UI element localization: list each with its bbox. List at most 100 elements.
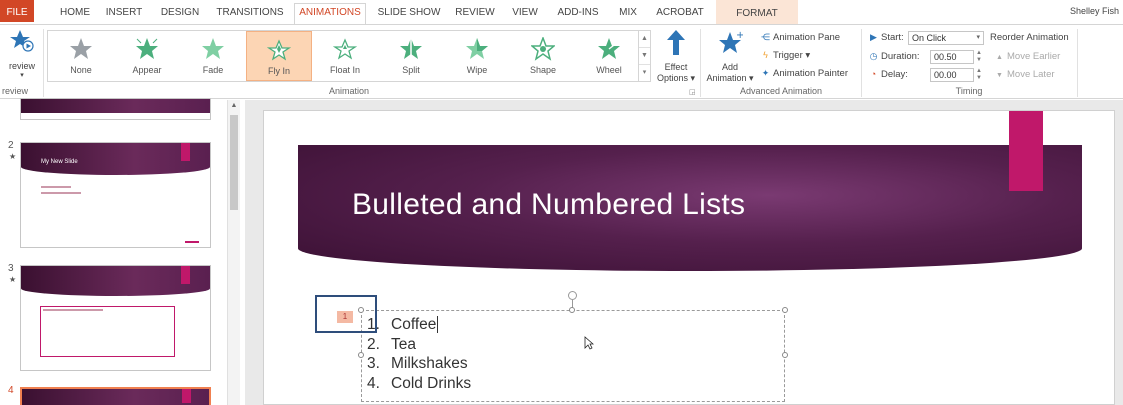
effect-label: Split xyxy=(402,65,420,75)
effect-options-line1: Effect xyxy=(664,62,688,72)
duration-stepper[interactable]: ▲ ▼ xyxy=(974,50,984,64)
delay-value: 00.00 xyxy=(934,70,957,80)
add-animation-button[interactable]: + Add Animation ▾ xyxy=(703,29,757,84)
slide-accent-bar xyxy=(1009,111,1043,191)
user-name[interactable]: Shelley Fish xyxy=(1070,6,1119,16)
effect-label: Fade xyxy=(202,65,224,75)
gallery-more-icon[interactable]: ▾ xyxy=(639,65,650,82)
tab-format[interactable]: FORMAT xyxy=(716,0,798,24)
delay-stepper[interactable]: ▲ ▼ xyxy=(974,68,984,82)
scroll-up-icon[interactable]: ▲ xyxy=(228,100,240,112)
effect-fade[interactable]: Fade xyxy=(180,31,246,81)
resize-handle[interactable] xyxy=(782,307,788,313)
effect-label: None xyxy=(70,65,92,75)
svg-text:+: + xyxy=(736,30,743,41)
start-label-row: ▶ Start: xyxy=(868,32,904,43)
thumb-accent xyxy=(181,143,190,161)
tab-review[interactable]: REVIEW xyxy=(453,4,497,24)
rotate-handle[interactable] xyxy=(568,291,577,300)
group-divider xyxy=(861,29,862,97)
duration-value: 00.50 xyxy=(934,52,957,62)
preview-label: review xyxy=(8,61,35,71)
slide-editor: Bulleted and Numbered Lists 1 1. Coffee 2… xyxy=(245,100,1123,405)
scroll-up-icon[interactable]: ▲ xyxy=(639,31,650,48)
dialog-launcher-icon[interactable]: ◲ xyxy=(689,88,696,96)
start-dropdown[interactable]: On Click ▾ xyxy=(908,31,984,45)
effect-label: Shape xyxy=(529,65,557,75)
slide-thumbnail-1[interactable] xyxy=(20,98,211,120)
preview-star-icon xyxy=(10,30,34,52)
thumb-title: My New Slide xyxy=(41,159,78,165)
tab-slide-show[interactable]: SLIDE SHOW xyxy=(375,4,443,24)
add-animation-line2: Animation ▾ xyxy=(706,73,754,83)
delay-input[interactable]: 00.00 xyxy=(930,68,974,82)
slide-thumbnail-3[interactable] xyxy=(20,265,211,371)
effect-fly-in[interactable]: Fly In xyxy=(246,31,312,81)
move-later-button[interactable]: ▼ Move Later xyxy=(994,69,1055,80)
thumb-text-line xyxy=(43,309,103,311)
tab-animations[interactable]: ANIMATIONS xyxy=(294,3,366,25)
preview-button[interactable]: review ▾ xyxy=(2,29,42,85)
tab-acrobat[interactable]: ACROBAT xyxy=(652,4,708,24)
resize-handle[interactable] xyxy=(569,307,575,313)
triangle-down-icon: ▼ xyxy=(996,72,1003,79)
clock-icon: ◷ xyxy=(869,51,878,61)
animation-order-tag[interactable]: 1 xyxy=(337,311,353,323)
effect-wipe[interactable]: Wipe xyxy=(444,31,510,81)
star-wipe-icon xyxy=(466,38,488,59)
slide-canvas[interactable]: Bulleted and Numbered Lists 1 1. Coffee 2… xyxy=(263,110,1115,405)
animation-painter-button[interactable]: ✦ Animation Painter xyxy=(760,68,848,79)
thumbnail-scrollbar[interactable]: ▲ xyxy=(227,100,240,405)
effect-split[interactable]: Split xyxy=(378,31,444,81)
duration-input[interactable]: 00.50 xyxy=(930,50,974,64)
tab-home[interactable]: HOME xyxy=(54,4,96,24)
start-value: On Click xyxy=(912,33,947,43)
tab-add-ins[interactable]: ADD-INS xyxy=(553,4,603,24)
effect-float-in[interactable]: Float In xyxy=(312,31,378,81)
gallery-scroll[interactable]: ▲ ▼ ▾ xyxy=(639,30,651,82)
effect-wheel[interactable]: Wheel xyxy=(576,31,642,81)
group-divider xyxy=(700,29,701,97)
tab-insert[interactable]: INSERT xyxy=(103,4,145,24)
star-split-icon xyxy=(400,38,422,59)
duration-label: Duration: xyxy=(881,51,920,62)
tab-design[interactable]: DESIGN xyxy=(157,4,203,24)
animation-pane-button[interactable]: ⋲ Animation Pane xyxy=(760,32,840,43)
effect-label: Float In xyxy=(329,65,360,75)
slide-thumbnail-4[interactable] xyxy=(20,387,211,405)
scroll-thumb[interactable] xyxy=(230,115,238,210)
resize-handle[interactable] xyxy=(358,352,364,358)
star-none-icon xyxy=(70,38,92,59)
tab-file[interactable]: FILE xyxy=(0,0,34,22)
resize-handle[interactable] xyxy=(782,352,788,358)
trigger-label: Trigger ▾ xyxy=(773,50,811,61)
list-item[interactable]: 3. Milkshakes xyxy=(367,354,471,374)
triangle-up-icon: ▲ xyxy=(996,54,1003,61)
slide-title[interactable]: Bulleted and Numbered Lists xyxy=(352,188,745,222)
list-item[interactable]: 1. Coffee xyxy=(367,315,471,335)
list-item[interactable]: 2. Tea xyxy=(367,335,471,355)
numbered-list[interactable]: 1. Coffee 2. Tea 3. Milkshakes 4. Cold Drink… xyxy=(367,315,471,393)
trigger-button[interactable]: ϟ Trigger ▾ xyxy=(760,50,810,61)
list-item[interactable]: 4. Cold Drinks xyxy=(367,374,471,394)
chevron-down-icon: ▾ xyxy=(20,72,24,79)
thumb-banner xyxy=(21,99,210,113)
effect-shape[interactable]: Shape xyxy=(510,31,576,81)
tab-view[interactable]: VIEW xyxy=(508,4,542,24)
star-float-in-icon xyxy=(333,38,357,60)
move-earlier-button[interactable]: ▲ Move Earlier xyxy=(994,51,1060,62)
scroll-down-icon[interactable]: ▼ xyxy=(639,48,650,65)
ribbon: review ▾ review None Appear Fade Fly In … xyxy=(0,24,1123,99)
animation-gallery: None Appear Fade Fly In Float In Split W… xyxy=(47,30,639,82)
delay-label-row: ◔ Delay: xyxy=(868,69,908,80)
effect-none[interactable]: None xyxy=(48,31,114,81)
text-caret xyxy=(437,316,439,333)
effect-options-button[interactable]: Effect Options ▾ xyxy=(654,29,698,84)
delay-clock-icon: ◔ xyxy=(870,69,877,79)
star-shape-icon xyxy=(531,37,555,61)
mouse-pointer-icon xyxy=(584,336,594,350)
tab-mix[interactable]: MIX xyxy=(613,4,643,24)
tab-transitions[interactable]: TRANSITIONS xyxy=(215,4,285,24)
effect-appear[interactable]: Appear xyxy=(114,31,180,81)
slide-thumbnail-2[interactable]: My New Slide xyxy=(20,142,211,248)
